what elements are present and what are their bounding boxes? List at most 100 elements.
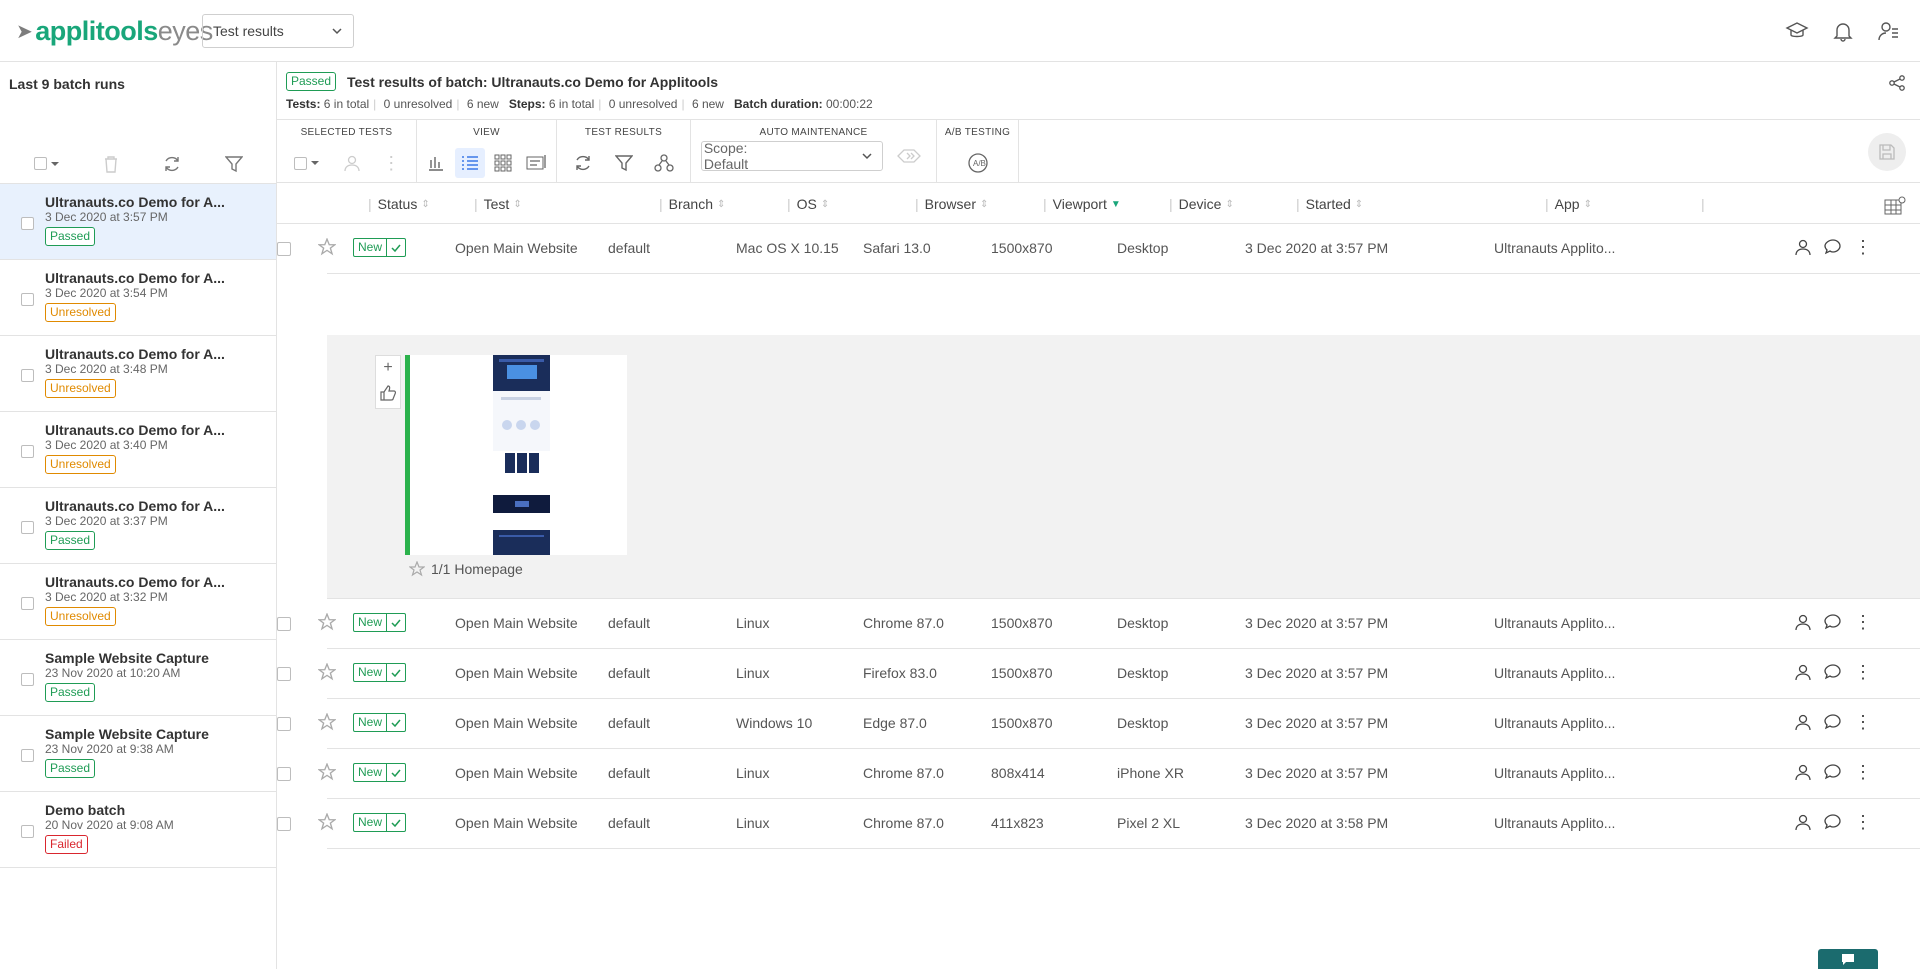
batch-list-item[interactable]: Sample Website Capture 23 Nov 2020 at 9:3… — [0, 716, 276, 792]
table-row[interactable]: New Open Main Website default Linux Chrome 8… — [277, 799, 1920, 849]
batch-list-item[interactable]: Ultranauts.co Demo for A... 3 Dec 2020 at… — [0, 412, 276, 488]
batch-list-item[interactable]: Demo batch 20 Nov 2020 at 9:08 AM Failed — [0, 792, 276, 868]
star-icon[interactable] — [409, 561, 425, 577]
more-actions-icon[interactable]: ⋮ — [376, 148, 406, 178]
star-icon[interactable] — [318, 663, 336, 681]
assign-user-icon[interactable] — [1794, 813, 1812, 834]
ab-testing-icon[interactable]: A/B — [963, 148, 993, 178]
star-icon[interactable] — [318, 813, 336, 831]
accept-check-icon[interactable] — [387, 763, 407, 782]
column-header[interactable]: | Device ⇕ — [1169, 196, 1234, 212]
accept-check-icon[interactable] — [387, 663, 407, 682]
apply-maintenance-icon[interactable] — [895, 141, 925, 171]
column-header[interactable]: | Test ⇕ — [474, 196, 522, 212]
batch-list-item[interactable]: Ultranauts.co Demo for A... 3 Dec 2020 at… — [0, 336, 276, 412]
row-checkbox[interactable] — [277, 767, 291, 781]
status-new-badge[interactable]: New — [353, 713, 407, 732]
status-new-badge[interactable]: New — [353, 763, 407, 782]
chat-button[interactable] — [1818, 949, 1878, 969]
plus-icon[interactable]: + — [383, 359, 392, 377]
assign-user-icon[interactable] — [1794, 238, 1812, 259]
more-options-icon[interactable]: ⋮ — [1854, 613, 1872, 634]
refresh-icon[interactable] — [162, 154, 182, 174]
grid-view-icon[interactable] — [488, 148, 518, 178]
row-checkbox[interactable] — [277, 717, 291, 731]
row-checkbox[interactable] — [277, 667, 291, 681]
column-header[interactable]: | App ⇕ — [1545, 196, 1592, 212]
accept-check-icon[interactable] — [387, 813, 407, 832]
select-tests-checkbox[interactable] — [287, 148, 327, 178]
comment-icon[interactable] — [1824, 663, 1842, 684]
sort-icon[interactable]: ⇕ — [717, 199, 725, 210]
thumbs-up-icon[interactable] — [379, 384, 397, 405]
comment-icon[interactable] — [1824, 613, 1842, 634]
batch-list-item[interactable]: Ultranauts.co Demo for A... 3 Dec 2020 at… — [0, 564, 276, 640]
more-options-icon[interactable]: ⋮ — [1854, 238, 1872, 259]
details-view-icon[interactable] — [522, 148, 552, 178]
batch-checkbox[interactable] — [21, 673, 34, 686]
star-icon[interactable] — [318, 713, 336, 731]
sort-icon[interactable]: ⇕ — [513, 199, 521, 210]
star-icon[interactable] — [318, 238, 336, 256]
status-new-badge[interactable]: New — [353, 663, 407, 682]
comment-icon[interactable] — [1824, 238, 1842, 259]
assign-user-icon[interactable] — [1794, 763, 1812, 784]
sort-icon[interactable]: ⇕ — [1225, 199, 1233, 210]
row-checkbox[interactable] — [277, 817, 291, 831]
more-options-icon[interactable]: ⋮ — [1854, 813, 1872, 834]
bell-icon[interactable] — [1830, 18, 1856, 44]
status-new-badge[interactable]: New — [353, 813, 407, 832]
batch-checkbox[interactable] — [21, 293, 34, 306]
column-header[interactable]: | Branch ⇕ — [659, 196, 725, 212]
column-header[interactable]: | Status ⇕ — [368, 196, 430, 212]
assign-user-icon[interactable] — [1794, 613, 1812, 634]
group-by-icon[interactable] — [649, 148, 679, 178]
column-settings-icon[interactable] — [1884, 196, 1906, 219]
comment-icon[interactable] — [1824, 813, 1842, 834]
sort-icon[interactable]: ⇕ — [1355, 199, 1363, 210]
assign-user-icon[interactable] — [1794, 713, 1812, 734]
batch-checkbox[interactable] — [21, 597, 34, 610]
more-options-icon[interactable]: ⋮ — [1854, 713, 1872, 734]
batch-checkbox[interactable] — [21, 217, 34, 230]
batch-checkbox[interactable] — [21, 445, 34, 458]
sort-icon[interactable]: ⇕ — [821, 199, 829, 210]
view-select-dropdown[interactable]: Test results — [202, 14, 354, 48]
sort-icon[interactable]: ▼ — [1111, 199, 1121, 210]
star-icon[interactable] — [318, 613, 336, 631]
accept-check-icon[interactable] — [387, 238, 407, 257]
select-all-checkbox[interactable] — [33, 157, 60, 170]
step-thumbnail[interactable] — [405, 355, 627, 555]
comment-icon[interactable] — [1824, 763, 1842, 784]
row-checkbox[interactable] — [277, 242, 291, 256]
batch-list-item[interactable]: Sample Website Capture 23 Nov 2020 at 10:… — [0, 640, 276, 716]
accept-check-icon[interactable] — [387, 613, 407, 632]
share-icon[interactable] — [1888, 74, 1906, 95]
homepage-screenshot-image[interactable] — [493, 355, 550, 555]
batch-checkbox[interactable] — [21, 521, 34, 534]
status-new-badge[interactable]: New — [353, 238, 407, 257]
batch-checkbox[interactable] — [21, 369, 34, 382]
graduation-cap-icon[interactable] — [1784, 18, 1810, 44]
save-icon[interactable] — [1868, 133, 1906, 171]
table-row[interactable]: New Open Main Website default Windows 10 Edg… — [277, 699, 1920, 749]
batch-list-item[interactable]: Ultranauts.co Demo for A... 3 Dec 2020 at… — [0, 260, 276, 336]
batch-list-item[interactable]: Ultranauts.co Demo for A... 3 Dec 2020 at… — [0, 488, 276, 564]
table-row[interactable]: New Open Main Website default Linux Chrome 8… — [277, 749, 1920, 799]
user-settings-icon[interactable] — [1876, 18, 1902, 44]
more-options-icon[interactable]: ⋮ — [1854, 763, 1872, 784]
table-row[interactable]: New Open Main Website default Mac OS X 10.1… — [277, 224, 1920, 274]
comment-icon[interactable] — [1824, 713, 1842, 734]
trash-icon[interactable] — [103, 155, 119, 173]
column-header[interactable]: | Viewport ▼ — [1043, 196, 1121, 212]
more-options-icon[interactable]: ⋮ — [1854, 663, 1872, 684]
assign-user-icon[interactable] — [337, 148, 367, 178]
refresh-results-icon[interactable] — [568, 148, 598, 178]
table-row[interactable]: New Open Main Website default Linux Chrome 8… — [277, 599, 1920, 649]
accept-check-icon[interactable] — [387, 713, 407, 732]
bar-chart-view-icon[interactable] — [421, 148, 451, 178]
assign-user-icon[interactable] — [1794, 663, 1812, 684]
star-icon[interactable] — [318, 763, 336, 781]
filter-icon[interactable] — [225, 155, 244, 173]
status-new-badge[interactable]: New — [353, 613, 407, 632]
